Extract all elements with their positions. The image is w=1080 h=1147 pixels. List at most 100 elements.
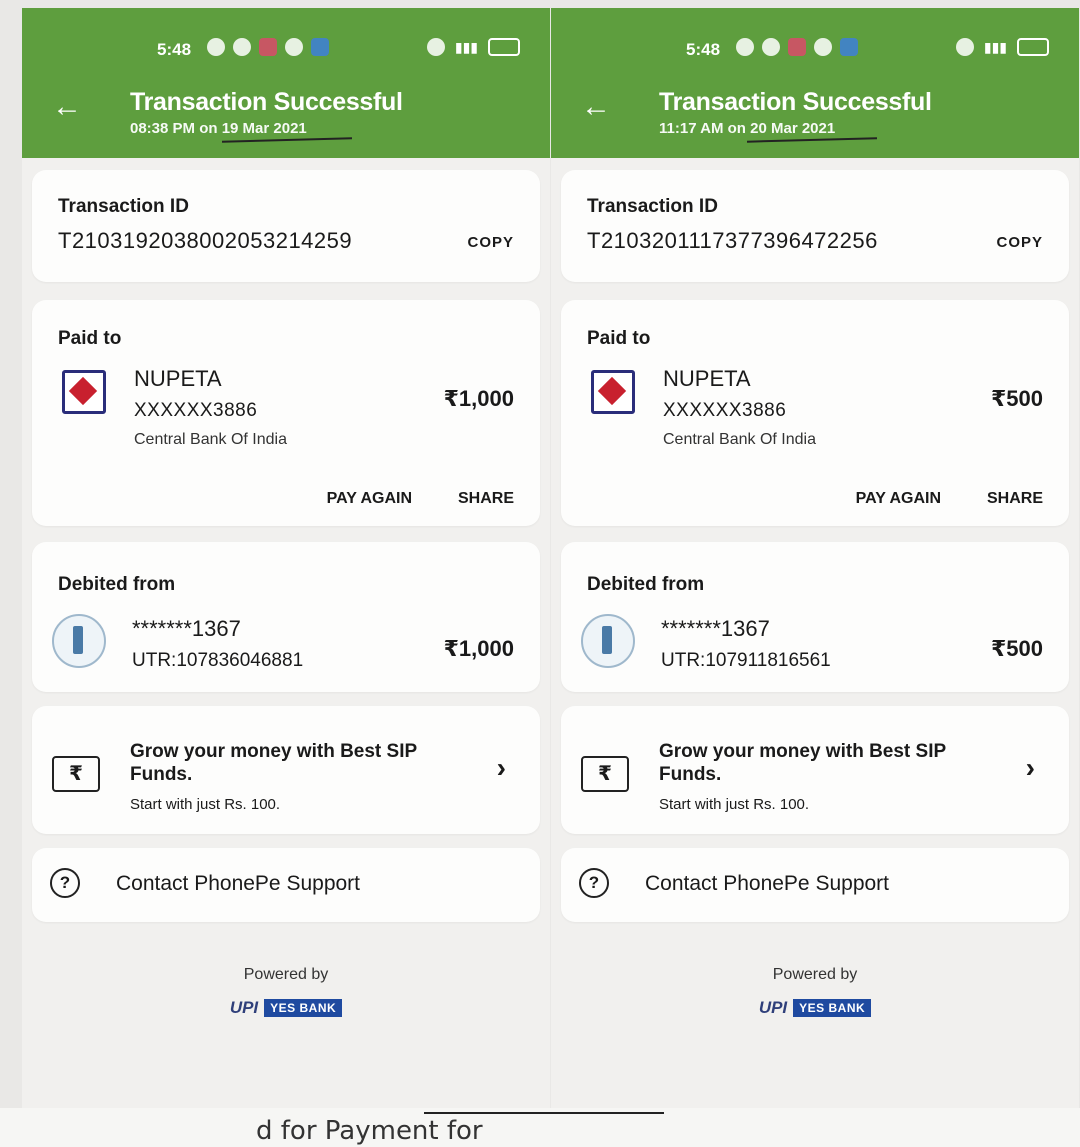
app-icon <box>814 38 832 56</box>
upi-logo: UPI <box>229 998 259 1017</box>
app-icon <box>285 38 303 56</box>
transaction-id-label: Transaction ID <box>587 196 718 217</box>
partner-logos: UPI YES BANK <box>22 998 550 1018</box>
central-bank-logo-icon <box>591 370 635 414</box>
alarm-icon <box>426 38 445 56</box>
powered-by-label: Powered by <box>772 966 858 983</box>
bank-emblem-icon <box>52 614 106 668</box>
debited-from-card: Debited from *******1367 UTR:10791181656… <box>561 542 1069 692</box>
payee-name: NUPETA <box>663 366 751 391</box>
utr-number: UTR:107836046881 <box>132 650 304 671</box>
transaction-datetime: 08:38 PM on 19 Mar 2021 <box>130 120 307 137</box>
sip-promo-card[interactable]: ₹ Grow your money with Best SIP Funds. S… <box>561 706 1069 834</box>
debited-from-card: Debited from *******1367 UTR:10783604688… <box>32 542 540 692</box>
status-time: 5:48 <box>157 40 192 59</box>
yes-bank-logo: YES BANK <box>793 999 872 1017</box>
debit-amount: ₹500 <box>990 636 1043 661</box>
handwritten-underline <box>221 137 353 143</box>
sip-promo-card[interactable]: ₹ Grow your money with Best SIP Funds. S… <box>32 706 540 834</box>
status-bar: 5:48 ▮▮▮ <box>551 36 1079 66</box>
transaction-id-card: Transaction ID T2103192038002053214259 C… <box>32 170 540 282</box>
transaction-id-card: Transaction ID T2103201117377396472256 C… <box>561 170 1069 282</box>
status-bar: 5:48 ▮▮▮ <box>22 36 550 66</box>
payee-bank: Central Bank Of India <box>663 431 816 448</box>
debit-amount: ₹1,000 <box>443 636 514 661</box>
sip-subtitle: Start with just Rs. 100. <box>130 796 281 813</box>
bank-emblem-icon <box>581 614 635 668</box>
status-time: 5:48 <box>686 40 721 59</box>
location-icon <box>233 38 251 56</box>
transaction-datetime: 11:17 AM on 20 Mar 2021 <box>659 120 836 137</box>
payee-account: XXXXXX3886 <box>134 400 258 421</box>
copy-button[interactable]: COPY <box>996 234 1043 251</box>
whatsapp-icon <box>736 38 754 56</box>
debited-from-label: Debited from <box>587 574 705 595</box>
paid-to-label: Paid to <box>58 328 122 349</box>
powered-by-label: Powered by <box>243 966 329 983</box>
whatsapp-icon <box>207 38 225 56</box>
debit-account: *******1367 <box>661 616 770 641</box>
notification-icons <box>207 38 329 56</box>
page-title: Transaction Successful <box>659 88 932 116</box>
copy-button[interactable]: COPY <box>467 234 514 251</box>
location-icon <box>762 38 780 56</box>
pay-again-button[interactable]: PAY AGAIN <box>856 490 941 508</box>
sip-subtitle: Start with just Rs. 100. <box>659 796 810 813</box>
header-bar: 5:48 ▮▮▮ ← Transaction Successful 11:17 … <box>551 8 1079 158</box>
pay-again-button[interactable]: PAY AGAIN <box>327 490 412 508</box>
upi-logo: UPI <box>758 998 788 1017</box>
battery-icon <box>1017 38 1049 56</box>
support-card[interactable]: ? Contact PhonePe Support <box>561 848 1069 922</box>
paid-amount: ₹500 <box>990 386 1043 411</box>
support-card[interactable]: ? Contact PhonePe Support <box>32 848 540 922</box>
transaction-id-value: T2103192038002053214259 <box>58 228 353 253</box>
system-icons: ▮▮▮ <box>426 38 520 56</box>
page-title: Transaction Successful <box>130 88 403 116</box>
partner-logos: UPI YES BANK <box>551 998 1079 1018</box>
alarm-icon <box>955 38 974 56</box>
signal-icon: ▮▮▮ <box>983 38 1007 55</box>
app-icon <box>311 38 329 56</box>
debited-from-label: Debited from <box>58 574 176 595</box>
handwritten-underline <box>746 137 878 143</box>
paid-to-card: Paid to NUPETA XXXXXX3886 Central Bank O… <box>561 300 1069 526</box>
app-icon <box>259 38 277 56</box>
sip-title: Grow your money with Best SIP Funds. <box>659 741 946 785</box>
notification-icons <box>736 38 858 56</box>
share-button[interactable]: SHARE <box>458 490 514 508</box>
payee-name: NUPETA <box>134 366 222 391</box>
app-icon <box>788 38 806 56</box>
app-icon <box>840 38 858 56</box>
contact-support-link[interactable]: Contact PhonePe Support <box>116 872 360 896</box>
chevron-right-icon[interactable]: › <box>1026 752 1035 784</box>
rupee-wallet-icon: ₹ <box>52 756 100 792</box>
header-bar: 5:48 ▮▮▮ ← Transaction Successful 08:38 … <box>22 8 550 158</box>
paid-to-card: Paid to NUPETA XXXXXX3886 Central Bank O… <box>32 300 540 526</box>
system-icons: ▮▮▮ <box>955 38 1049 56</box>
battery-icon <box>488 38 520 56</box>
debit-account: *******1367 <box>132 616 241 641</box>
rupee-wallet-icon: ₹ <box>581 756 629 792</box>
utr-number: UTR:107911816561 <box>661 650 831 671</box>
receipt-panel-right: 5:48 ▮▮▮ ← Transaction Successful 11:17 … <box>551 8 1079 1108</box>
contact-support-link[interactable]: Contact PhonePe Support <box>645 872 889 896</box>
payee-bank: Central Bank Of India <box>134 431 287 448</box>
handwritten-line <box>424 1112 664 1114</box>
yes-bank-logo: YES BANK <box>264 999 343 1017</box>
handwritten-note: d for Payment for <box>256 1116 483 1146</box>
chevron-right-icon[interactable]: › <box>497 752 506 784</box>
question-circle-icon: ? <box>50 868 80 898</box>
payee-account: XXXXXX3886 <box>663 400 787 421</box>
central-bank-logo-icon <box>62 370 106 414</box>
receipt-panel-left: 5:48 ▮▮▮ ← Transaction Successful 08:38 … <box>22 8 550 1108</box>
share-button[interactable]: SHARE <box>987 490 1043 508</box>
paid-to-label: Paid to <box>587 328 651 349</box>
question-circle-icon: ? <box>579 868 609 898</box>
arrow-left-icon[interactable]: ← <box>581 90 611 124</box>
arrow-left-icon[interactable]: ← <box>52 90 82 124</box>
sip-title: Grow your money with Best SIP Funds. <box>130 741 417 785</box>
paper-note-strip: d for Payment for <box>0 1108 1080 1147</box>
paid-amount: ₹1,000 <box>443 386 514 411</box>
signal-icon: ▮▮▮ <box>454 38 478 55</box>
transaction-id-label: Transaction ID <box>58 196 189 217</box>
